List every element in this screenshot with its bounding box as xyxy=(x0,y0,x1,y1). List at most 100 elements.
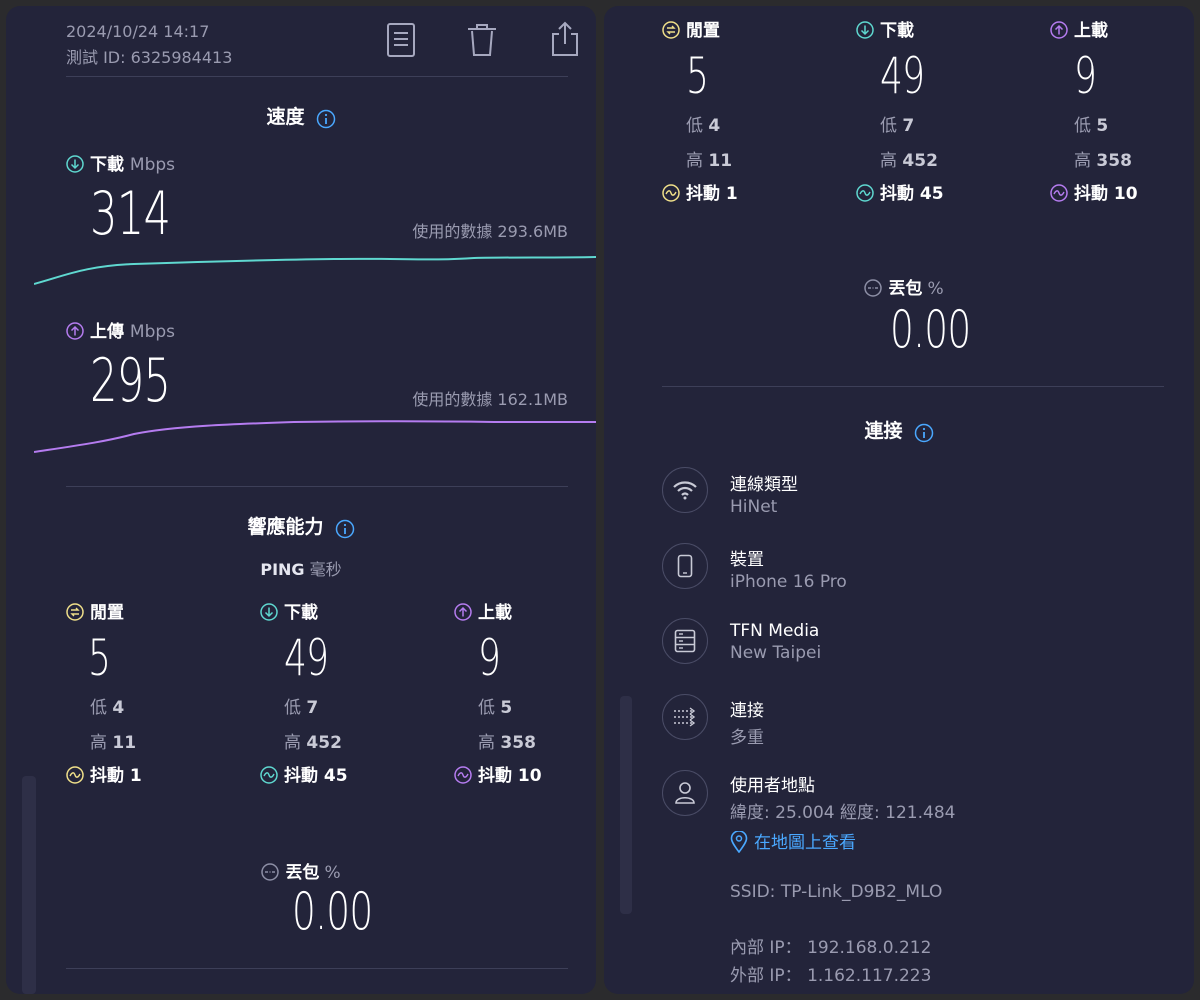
divider xyxy=(66,486,568,487)
upload-label-text: 上傳 xyxy=(90,322,124,342)
ping-download-low: 低 7 xyxy=(284,698,319,718)
ssid-text: SSID: TP-Link_D9B2_MLO xyxy=(730,882,943,902)
ping-download-high: 高 452 xyxy=(880,151,938,171)
ping-idle-value: 5 xyxy=(88,629,111,687)
ping-upload-high: 高 358 xyxy=(1074,151,1132,171)
device-title: 裝置 xyxy=(730,550,764,570)
ping-upload-low: 低 5 xyxy=(1074,116,1109,136)
share-icon xyxy=(552,21,578,56)
ping-upload-low: 低 5 xyxy=(478,698,513,718)
upload-unit: Mbps xyxy=(129,322,176,342)
device-item: 裝置 iPhone 16 Pro xyxy=(730,545,847,592)
ping-download-high: 高 452 xyxy=(284,733,342,753)
ping-label-text: PING xyxy=(260,560,305,579)
test-id: 測試 ID: 6325984413 xyxy=(66,48,233,67)
device-value: iPhone 16 Pro xyxy=(730,572,847,592)
connection-type-value: HiNet xyxy=(730,497,778,517)
upload-speed-graph xyxy=(34,420,596,453)
ping-idle-label: 閒置 xyxy=(66,598,142,623)
speed-section-header: 速度 xyxy=(6,102,596,129)
results-panel-right: 閒置 5 低 4 高 11 抖動 1 下載 49 低 7 高 452 抖動 45… xyxy=(604,6,1194,994)
ping-idle-high: 高 11 xyxy=(90,733,137,753)
upload-data-used: 使用的數據 162.1MB xyxy=(412,390,568,409)
ping-download-value: 49 xyxy=(880,47,925,105)
packet-loss-value: 0.00 xyxy=(890,300,971,360)
document-icon xyxy=(387,23,415,57)
upload-arrow-icon xyxy=(1050,21,1068,39)
ping-idle-label: 閒置 xyxy=(662,16,738,41)
server-item[interactable]: TFN Media New Taipei xyxy=(730,621,821,663)
device-icon-circle xyxy=(662,543,708,589)
connection-title: 連接 xyxy=(864,420,903,442)
delete-button[interactable] xyxy=(466,22,498,62)
upload-arrow-icon xyxy=(66,322,84,340)
user-location-coordinates: 緯度: 25.004 經度: 121.484 xyxy=(730,803,956,823)
upload-speed-value: 295 xyxy=(90,351,202,411)
connection-type-title: 連線類型 xyxy=(730,475,798,495)
ping-idle-high: 高 11 xyxy=(686,151,733,171)
share-button[interactable] xyxy=(550,20,580,62)
map-pin-icon xyxy=(730,831,748,853)
packet-loss-icon xyxy=(261,863,280,881)
upload-speed-line xyxy=(34,420,596,453)
idle-icon xyxy=(66,603,84,621)
server-location: New Taipei xyxy=(730,643,822,663)
server-name: TFN Media xyxy=(730,621,820,641)
scroll-indicator xyxy=(22,776,36,994)
download-data-used: 使用的數據 293.6MB xyxy=(412,222,568,241)
scroll-indicator xyxy=(620,696,632,914)
download-speed-value: 314 xyxy=(90,184,202,244)
results-details-button[interactable] xyxy=(386,22,416,62)
multi-connection-icon xyxy=(674,707,696,727)
ping-upload-label: 上載 xyxy=(454,598,542,623)
connection-type-item: 連線類型 HiNet xyxy=(730,470,798,517)
info-icon[interactable] xyxy=(335,519,355,539)
jitter-icon xyxy=(1050,184,1068,202)
upload-arrow-icon xyxy=(454,603,472,621)
server-icon-circle xyxy=(662,618,708,664)
packet-loss-label: 丟包 % xyxy=(6,858,596,883)
ping-idle-jitter: 抖動 1 xyxy=(662,179,738,204)
ping-idle-value: 5 xyxy=(686,47,709,105)
jitter-icon xyxy=(662,184,680,202)
ping-download-column: 下載 49 低 7 高 452 抖動 45 xyxy=(856,16,944,204)
ping-download-value: 49 xyxy=(284,629,329,687)
ping-upload-value: 9 xyxy=(478,629,501,687)
trash-icon xyxy=(468,24,496,56)
idle-icon xyxy=(662,21,680,39)
divider xyxy=(66,968,568,969)
jitter-icon xyxy=(66,766,84,784)
divider xyxy=(662,386,1164,387)
ping-idle-column: 閒置 5 低 4 高 11 抖動 1 xyxy=(66,598,142,786)
external-ip-text: 外部 IP： 1.162.117.223 xyxy=(730,966,932,986)
user-location-title: 使用者地點 xyxy=(730,776,815,796)
ping-upload-high: 高 358 xyxy=(478,733,536,753)
divider xyxy=(66,76,568,77)
test-datetime: 2024/10/24 14:17 xyxy=(66,22,210,41)
speed-title: 速度 xyxy=(266,106,305,128)
ping-download-low: 低 7 xyxy=(880,116,915,136)
view-on-map-link[interactable]: 在地圖上查看 xyxy=(730,828,856,853)
ping-upload-jitter: 抖動 10 xyxy=(1050,179,1138,204)
connection-type-icon-circle xyxy=(662,467,708,513)
ping-idle-low: 低 4 xyxy=(90,698,125,718)
download-speed-label: 下載 Mbps xyxy=(66,150,175,175)
ping-unit: 毫秒 xyxy=(309,560,342,579)
packet-loss-label: 丟包 % xyxy=(604,274,1194,299)
results-panel-left: 2024/10/24 14:17 測試 ID: 6325984413 速度 下載… xyxy=(6,6,596,994)
user-location-icon-circle xyxy=(662,770,708,816)
info-icon[interactable] xyxy=(914,423,934,443)
user-location-item: 使用者地點 緯度: 25.004 經度: 121.484 xyxy=(730,771,955,823)
info-icon[interactable] xyxy=(316,109,336,129)
upload-value-text: 295 xyxy=(90,346,171,416)
jitter-icon xyxy=(856,184,874,202)
ping-download-column: 下載 49 低 7 高 452 抖動 45 xyxy=(260,598,348,786)
upload-speed-label: 上傳 Mbps xyxy=(66,317,175,342)
ping-download-jitter: 抖動 45 xyxy=(856,179,944,204)
ping-download-label: 下載 xyxy=(856,16,944,41)
ping-upload-label: 上載 xyxy=(1050,16,1138,41)
responsiveness-title: 響應能力 xyxy=(247,516,324,538)
ping-idle-column: 閒置 5 低 4 高 11 抖動 1 xyxy=(662,16,738,204)
user-icon xyxy=(675,782,695,804)
ping-idle-jitter: 抖動 1 xyxy=(66,761,142,786)
